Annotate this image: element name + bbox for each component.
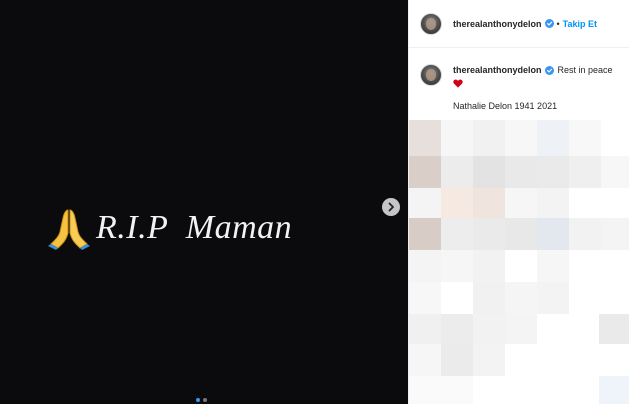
carousel-dot bbox=[203, 398, 207, 402]
rip-overlay: R.I.P Maman bbox=[48, 206, 292, 250]
verified-badge-icon bbox=[544, 19, 554, 28]
caption-body: therealanthonydelon Rest in peace bbox=[453, 64, 613, 88]
caption-second-line: Nathalie Delon 1941 2021 bbox=[453, 101, 558, 111]
post-media[interactable]: R.I.P Maman bbox=[0, 0, 408, 404]
separator-dot: • bbox=[556, 18, 560, 29]
post-side-panel: therealanthonydelon • Takip Et therealan… bbox=[408, 0, 629, 404]
avatar[interactable] bbox=[420, 12, 442, 35]
blurred-comments bbox=[409, 120, 629, 404]
header-username[interactable]: therealanthonydelon bbox=[453, 19, 542, 29]
caption-text: Rest in peace bbox=[557, 65, 613, 75]
carousel-indicator bbox=[196, 398, 207, 402]
post-header: therealanthonydelon • Takip Et bbox=[409, 0, 629, 48]
caption-username[interactable]: therealanthonydelon bbox=[453, 64, 542, 77]
praying-hands-icon bbox=[48, 209, 90, 250]
red-heart-icon bbox=[453, 79, 463, 88]
carousel-dot bbox=[196, 398, 200, 402]
next-slide-button[interactable] bbox=[382, 198, 400, 216]
caption: therealanthonydelon Rest in peace bbox=[420, 64, 625, 88]
chevron-right-icon bbox=[388, 202, 394, 212]
verified-badge-icon bbox=[544, 66, 554, 75]
rip-text: R.I.P Maman bbox=[96, 209, 293, 246]
avatar[interactable] bbox=[420, 64, 442, 86]
follow-button[interactable]: Takip Et bbox=[563, 19, 597, 29]
